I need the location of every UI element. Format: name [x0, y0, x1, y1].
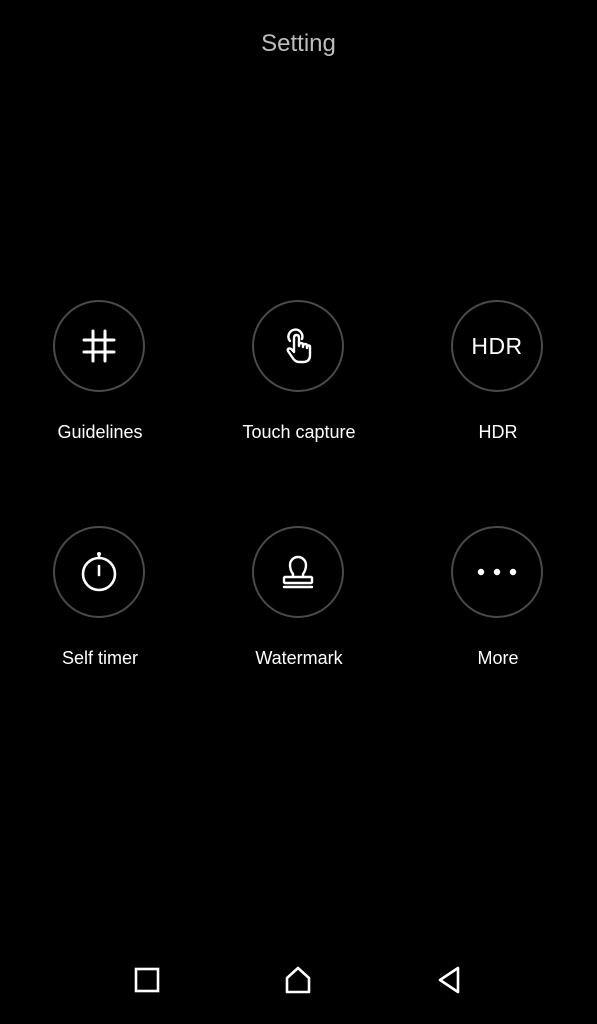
- touch-icon: [286, 328, 312, 364]
- home-icon: [285, 966, 311, 994]
- watermark-button[interactable]: [252, 526, 344, 618]
- recent-apps-icon: [134, 967, 160, 993]
- watermark-label: Watermark: [255, 648, 343, 668]
- page-title: Setting: [261, 30, 336, 57]
- guidelines-option[interactable]: Guidelines: [25, 300, 175, 480]
- guidelines-button[interactable]: [53, 300, 145, 392]
- hdr-button[interactable]: HDR: [451, 300, 543, 392]
- timer-icon: [81, 552, 117, 592]
- touch-capture-button[interactable]: [252, 300, 344, 392]
- touch-capture-label: Touch capture: [242, 422, 356, 442]
- navigation-bar: [0, 954, 597, 1024]
- more-icon: [477, 568, 517, 576]
- more-button[interactable]: [451, 526, 543, 618]
- stamp-icon: [282, 555, 314, 589]
- self-timer-label: Self timer: [61, 648, 139, 668]
- watermark-option[interactable]: Watermark: [224, 526, 374, 706]
- recent-apps-button[interactable]: [127, 960, 167, 1000]
- back-button[interactable]: [429, 960, 469, 1000]
- hdr-option[interactable]: HDR HDR: [423, 300, 573, 480]
- guidelines-label: Guidelines: [57, 422, 143, 442]
- hdr-icon: HDR: [471, 332, 523, 359]
- touch-capture-option[interactable]: Touch capture: [224, 300, 374, 480]
- back-icon: [438, 966, 460, 994]
- home-button[interactable]: [278, 960, 318, 1000]
- grid-icon: [82, 329, 116, 363]
- self-timer-option[interactable]: Self timer: [25, 526, 175, 706]
- hdr-label: HDR: [478, 422, 518, 442]
- self-timer-button[interactable]: [53, 526, 145, 618]
- more-label: More: [477, 648, 519, 668]
- more-option[interactable]: More: [423, 526, 573, 706]
